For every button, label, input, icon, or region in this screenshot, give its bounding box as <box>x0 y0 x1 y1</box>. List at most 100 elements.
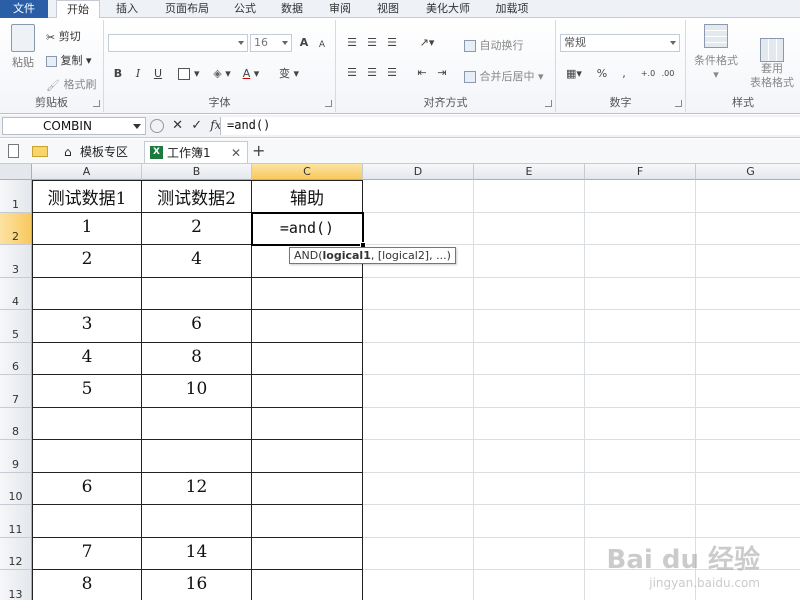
row-header-1[interactable]: 1 <box>0 180 32 213</box>
column-header-f[interactable]: F <box>585 164 696 180</box>
cell-f9[interactable] <box>585 440 696 473</box>
cell-d2[interactable] <box>363 213 474 245</box>
borders-button[interactable]: ▾ <box>176 66 202 82</box>
row-header-8[interactable]: 8 <box>0 408 32 440</box>
cell-b3[interactable]: 4 <box>142 245 252 278</box>
cell-d10[interactable] <box>363 473 474 505</box>
cell-e9[interactable] <box>474 440 585 473</box>
row-header-6[interactable]: 6 <box>0 343 32 375</box>
cell-e8[interactable] <box>474 408 585 440</box>
cell-g7[interactable] <box>696 375 800 408</box>
number-format-select[interactable]: 常规 <box>560 34 680 52</box>
row-header-3[interactable]: 3 <box>0 245 32 278</box>
copy-button[interactable]: 复制 ▾ <box>46 52 92 68</box>
cell-g9[interactable] <box>696 440 800 473</box>
font-name-select[interactable] <box>108 34 248 52</box>
clipboard-launcher-icon[interactable] <box>93 100 100 107</box>
row-header-12[interactable]: 12 <box>0 538 32 570</box>
percent-button[interactable]: % <box>594 66 610 82</box>
cell-a3[interactable]: 2 <box>32 245 142 278</box>
cell-g3[interactable] <box>696 245 800 278</box>
cell-f5[interactable] <box>585 310 696 343</box>
cell-e13[interactable] <box>474 570 585 600</box>
wrap-text-button[interactable]: 自动换行 <box>464 37 524 53</box>
format-painter-button[interactable]: 🖌 格式刷 <box>46 76 96 92</box>
cell-f10[interactable] <box>585 473 696 505</box>
cell-e3[interactable] <box>474 245 585 278</box>
tab-addins[interactable]: 加载项 <box>487 0 537 18</box>
cell-e12[interactable] <box>474 538 585 570</box>
cell-c2[interactable]: =and() <box>252 213 363 245</box>
folder-icon[interactable] <box>32 146 48 157</box>
column-header-b[interactable]: B <box>142 164 252 180</box>
merge-center-button[interactable]: 合并后居中 ▾ <box>464 68 544 84</box>
function-signature-tooltip[interactable]: AND(logical1, [logical2], ...) <box>289 247 456 264</box>
tab-view[interactable]: 视图 <box>368 0 408 18</box>
cell-a8[interactable] <box>32 408 142 440</box>
cell-b7[interactable]: 10 <box>142 375 252 408</box>
tab-template-zone[interactable]: ⌂ 模板专区 <box>58 141 142 163</box>
cell-f11[interactable] <box>585 505 696 538</box>
tab-page-layout[interactable]: 页面布局 <box>157 0 217 18</box>
cell-b10[interactable]: 12 <box>142 473 252 505</box>
cell-d9[interactable] <box>363 440 474 473</box>
column-header-d[interactable]: D <box>363 164 474 180</box>
row-header-5[interactable]: 5 <box>0 310 32 343</box>
cell-g6[interactable] <box>696 343 800 375</box>
grow-font-button[interactable]: A <box>296 35 312 51</box>
tooltip-current-argument[interactable]: logical1 <box>323 249 371 262</box>
cell-e4[interactable] <box>474 278 585 310</box>
row-header-9[interactable]: 9 <box>0 440 32 473</box>
tab-beautify-master[interactable]: 美化大师 <box>418 0 478 18</box>
cell-d7[interactable] <box>363 375 474 408</box>
tab-file[interactable]: 文件 <box>0 0 48 18</box>
italic-button[interactable]: I <box>130 66 146 82</box>
comma-button[interactable]: , <box>616 66 632 82</box>
cell-b9[interactable] <box>142 440 252 473</box>
name-box[interactable]: COMBIN <box>2 117 146 135</box>
cell-b4[interactable] <box>142 278 252 310</box>
cell-b11[interactable] <box>142 505 252 538</box>
cell-f2[interactable] <box>585 213 696 245</box>
cell-c4[interactable] <box>252 278 363 310</box>
cell-a6[interactable]: 4 <box>32 343 142 375</box>
cell-f8[interactable] <box>585 408 696 440</box>
cell-e1[interactable] <box>474 180 585 213</box>
cell-e5[interactable] <box>474 310 585 343</box>
tab-insert[interactable]: 插入 <box>107 0 147 18</box>
cell-a11[interactable] <box>32 505 142 538</box>
cell-c7[interactable] <box>252 375 363 408</box>
cell-a2[interactable]: 1 <box>32 213 142 245</box>
row-header-2[interactable]: 2 <box>0 213 32 245</box>
align-center-icon[interactable]: ☰ <box>364 65 380 81</box>
cell-e10[interactable] <box>474 473 585 505</box>
cell-c1[interactable]: 辅助 <box>252 180 363 213</box>
cell-a5[interactable]: 3 <box>32 310 142 343</box>
align-right-icon[interactable]: ☰ <box>384 65 400 81</box>
cell-e6[interactable] <box>474 343 585 375</box>
tab-data[interactable]: 数据 <box>272 0 312 18</box>
tab-formulas[interactable]: 公式 <box>225 0 265 18</box>
select-all-corner[interactable] <box>0 164 32 180</box>
tab-home[interactable]: 开始 <box>56 0 100 19</box>
cell-d8[interactable] <box>363 408 474 440</box>
cell-a10[interactable]: 6 <box>32 473 142 505</box>
cell-f7[interactable] <box>585 375 696 408</box>
circle-handle-icon[interactable] <box>150 118 164 133</box>
cell-g11[interactable] <box>696 505 800 538</box>
row-header-4[interactable]: 4 <box>0 278 32 310</box>
orientation-icon[interactable]: ↗▾ <box>414 35 440 51</box>
cell-e11[interactable] <box>474 505 585 538</box>
cancel-icon[interactable]: ✕ <box>172 118 183 133</box>
cell-c9[interactable] <box>252 440 363 473</box>
cell-b1[interactable]: 测试数据2 <box>142 180 252 213</box>
spreadsheet-grid[interactable]: A B C D E F G 1 测试数据1 测试数据2 辅助 2 1 2 =and() 3 2 4 4 5 3 6 6 4 8 7… <box>0 164 800 600</box>
align-left-icon[interactable]: ☰ <box>344 65 360 81</box>
cell-f4[interactable] <box>585 278 696 310</box>
cell-a1[interactable]: 测试数据1 <box>32 180 142 213</box>
cell-a9[interactable] <box>32 440 142 473</box>
cell-e2[interactable] <box>474 213 585 245</box>
cell-f3[interactable] <box>585 245 696 278</box>
cell-d5[interactable] <box>363 310 474 343</box>
format-as-table-button[interactable]: 套用 表格格式 <box>746 24 798 104</box>
